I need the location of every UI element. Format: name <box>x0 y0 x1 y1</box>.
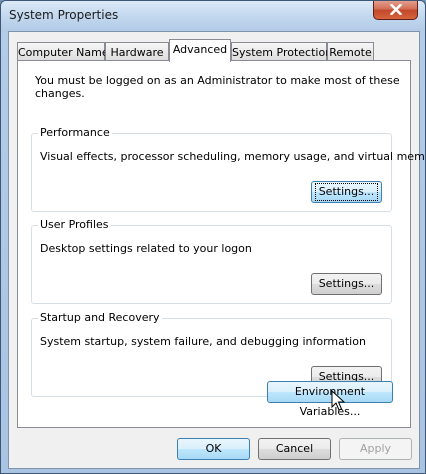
mouse-pointer-icon <box>331 390 345 411</box>
performance-group-title: Performance <box>38 126 112 139</box>
performance-group: Performance Visual effects, processor sc… <box>31 126 425 212</box>
admin-note: You must be logged on as an Administrato… <box>35 74 400 100</box>
ok-button[interactable]: OK <box>177 438 250 460</box>
close-icon <box>389 4 402 15</box>
user-profiles-description: Desktop settings related to your logon <box>40 242 252 255</box>
system-properties-window: System Properties Computer Name Hardware… <box>0 0 426 474</box>
performance-description: Visual effects, processor scheduling, me… <box>40 150 426 163</box>
title-bar[interactable]: System Properties <box>1 1 425 31</box>
performance-settings-button[interactable]: Settings... <box>311 181 382 203</box>
window-title: System Properties <box>9 8 119 22</box>
close-button[interactable] <box>373 1 418 20</box>
advanced-tab-panel: You must be logged on as an Administrato… <box>17 60 425 428</box>
user-profiles-group-title: User Profiles <box>38 218 111 231</box>
user-profiles-settings-button[interactable]: Settings... <box>311 273 382 295</box>
user-profiles-group: User Profiles Desktop settings related t… <box>31 218 392 304</box>
dialog-client-area: Computer Name Hardware Advanced System P… <box>8 31 425 469</box>
startup-recovery-group-title: Startup and Recovery <box>38 311 162 324</box>
tab-system-protection[interactable]: System Protection <box>231 42 332 61</box>
startup-recovery-description: System startup, system failure, and debu… <box>40 335 366 348</box>
apply-button[interactable]: Apply <box>339 438 412 460</box>
cancel-button[interactable]: Cancel <box>258 438 331 460</box>
tab-computer-name[interactable]: Computer Name <box>17 42 109 61</box>
tab-hardware[interactable]: Hardware <box>105 42 169 61</box>
tab-remote[interactable]: Remote <box>327 42 374 61</box>
environment-variables-button[interactable]: Environment Variables... <box>267 381 393 418</box>
tab-advanced[interactable]: Advanced <box>169 39 231 62</box>
